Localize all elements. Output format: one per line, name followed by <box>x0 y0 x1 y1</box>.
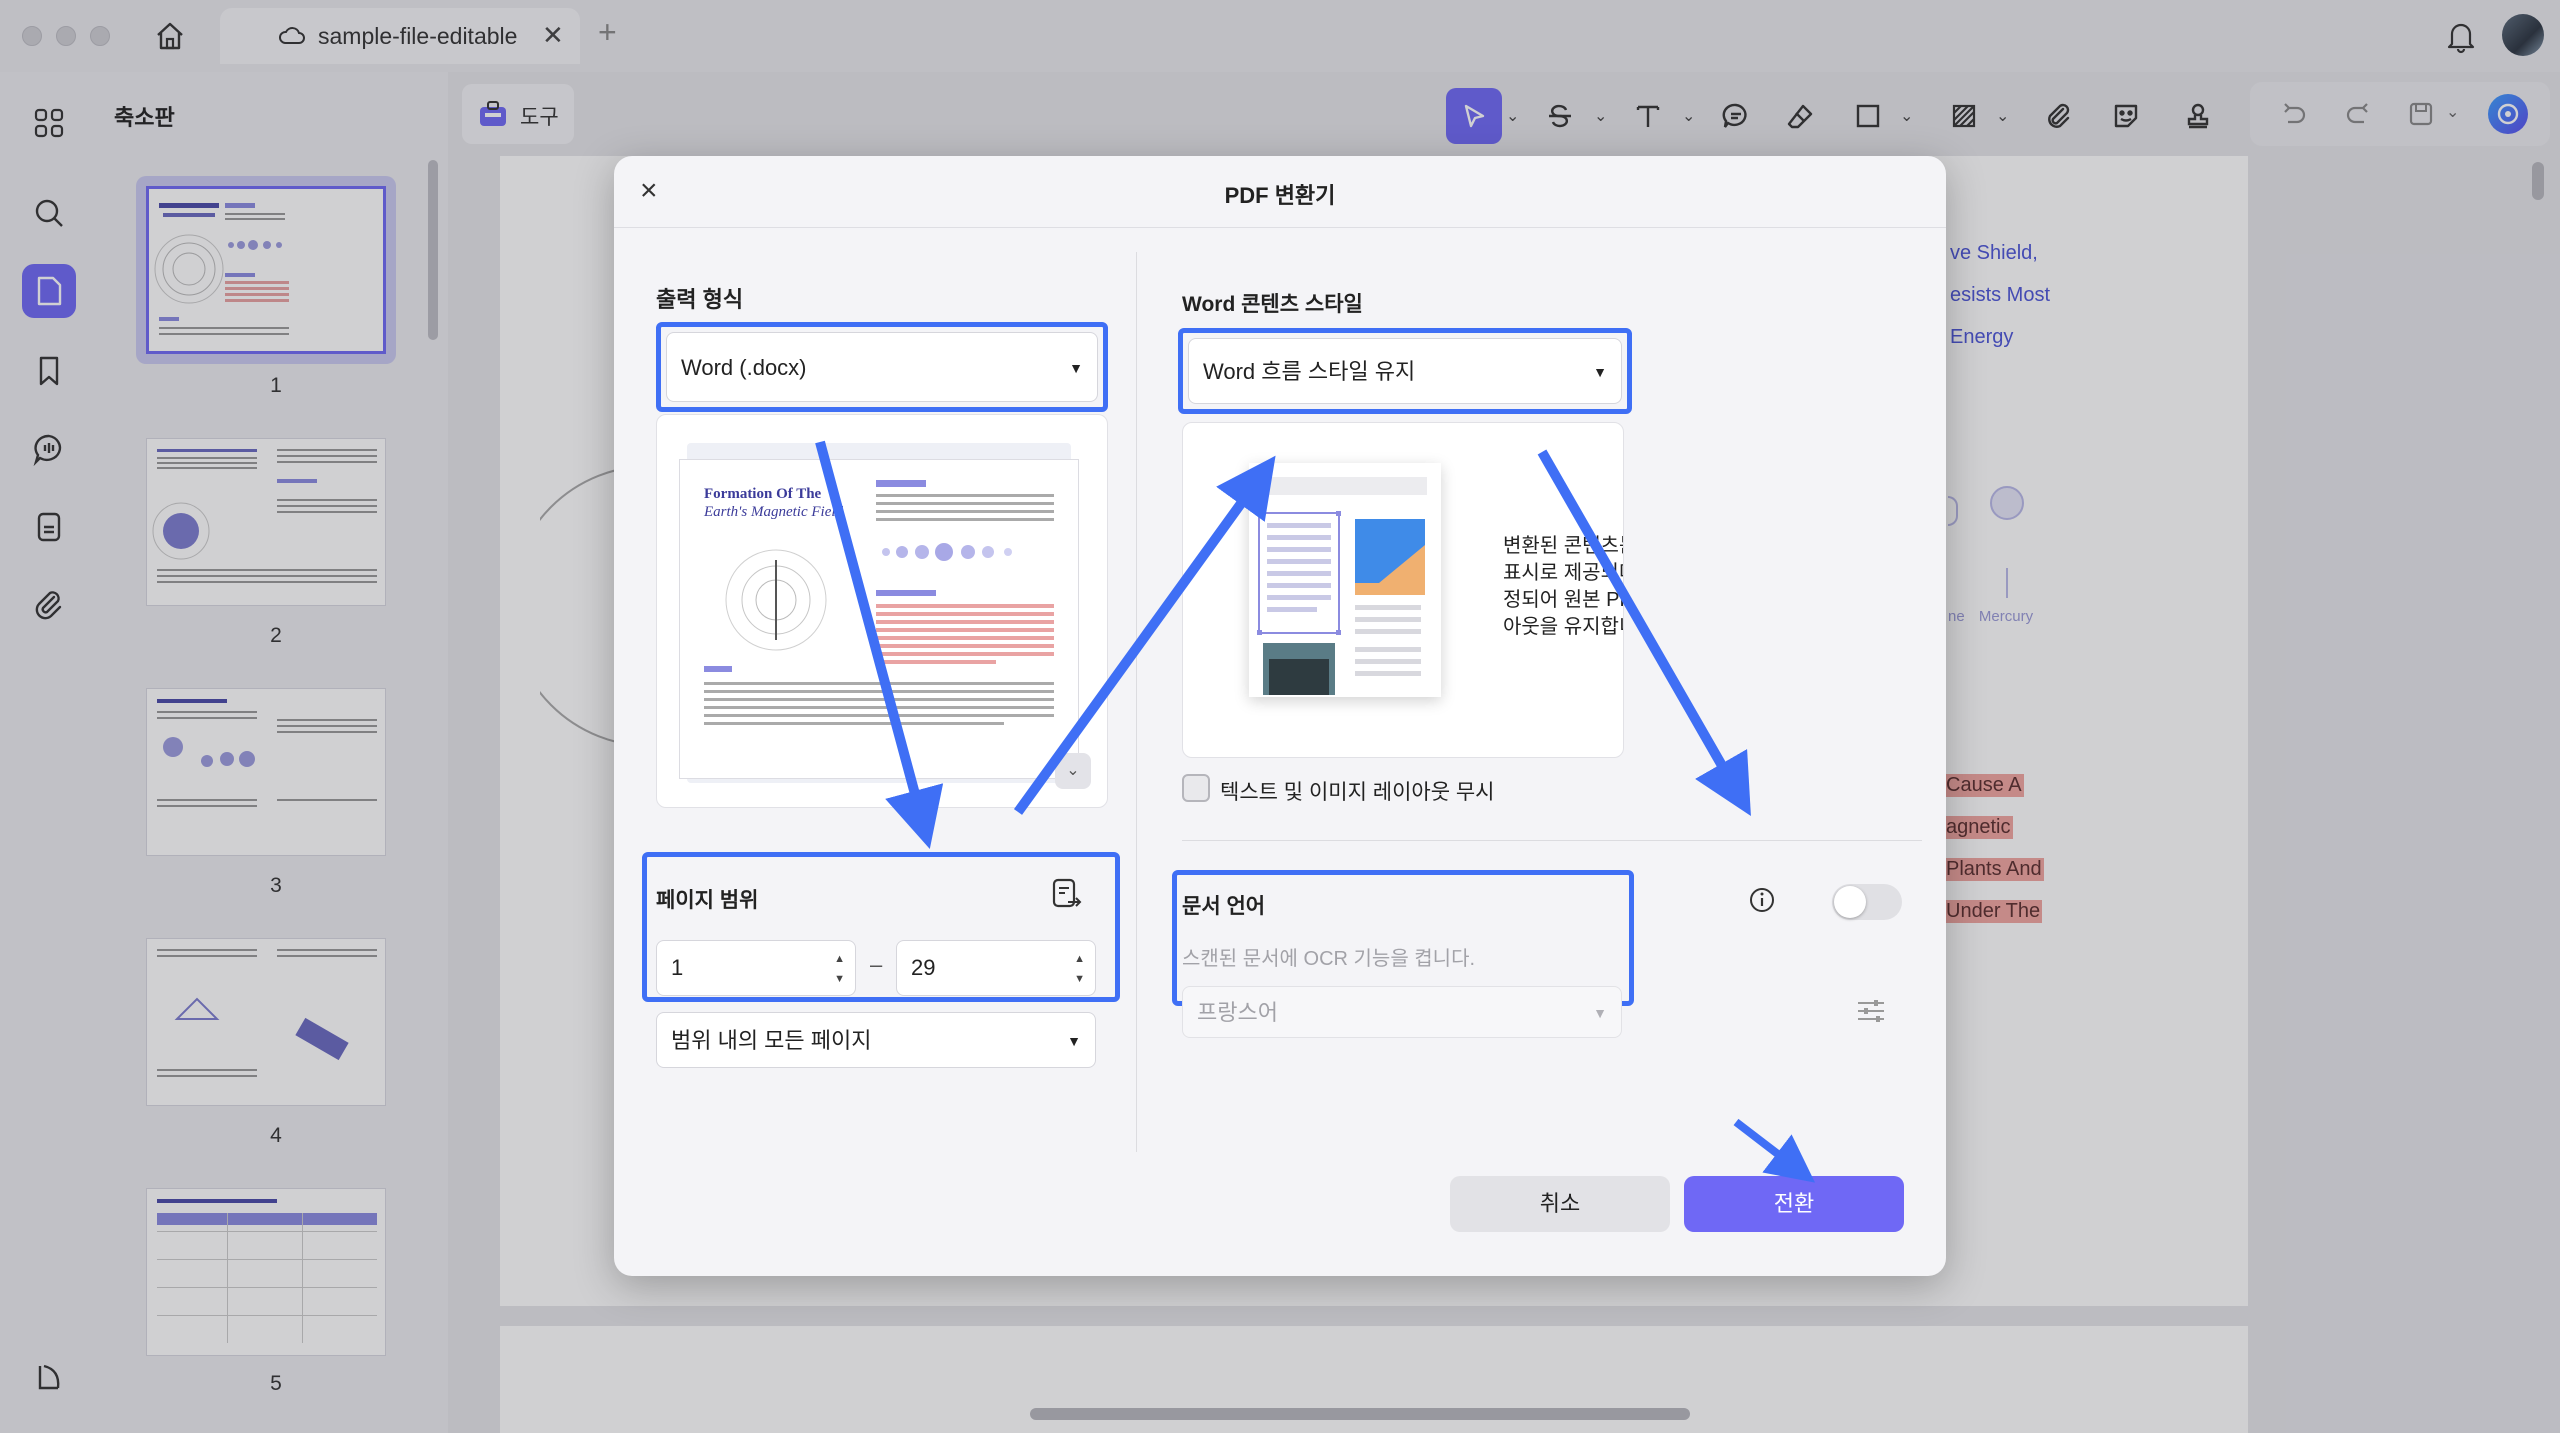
page-range-from-input[interactable]: 1 ▲ ▼ <box>656 940 856 996</box>
dialog-header: × PDF 변환기 <box>614 156 1946 228</box>
stepper-icon[interactable]: ▲ ▼ <box>834 949 845 989</box>
stepper-icon[interactable]: ▲ ▼ <box>1074 949 1085 989</box>
page-subset-select[interactable]: 범위 내의 모든 페이지 ▼ <box>656 1012 1096 1068</box>
settings-sliders-icon[interactable] <box>1854 994 1888 1028</box>
caret-down-icon: ▼ <box>1593 1005 1607 1021</box>
language-value: 프랑스어 <box>1197 1000 1278 1025</box>
pdf-converter-dialog: × PDF 변환기 출력 형식 Word (.docx) ▼ Formation… <box>614 156 1946 1276</box>
preview-page: Formation Of The Earth's Magnetic Field <box>679 459 1079 779</box>
output-preview: Formation Of The Earth's Magnetic Field … <box>656 414 1108 808</box>
page-range-to-value: 29 <box>911 955 936 980</box>
section-divider <box>1182 840 1922 841</box>
caret-down-icon: ▼ <box>1593 364 1607 380</box>
convert-button[interactable]: 전환 <box>1684 1176 1904 1232</box>
page-subset-value: 범위 내의 모든 페이지 <box>671 1028 872 1053</box>
doc-language-label: 문서 언어 <box>1182 895 1266 918</box>
output-format-label: 출력 형식 <box>656 287 744 312</box>
ignore-layout-checkbox[interactable] <box>1182 774 1210 802</box>
chevron-down-icon[interactable]: ⌄ <box>1055 753 1091 789</box>
column-divider <box>1136 252 1137 1152</box>
cancel-button[interactable]: 취소 <box>1450 1176 1670 1232</box>
caret-down-icon: ▼ <box>1067 1033 1081 1049</box>
output-format-select[interactable]: Word (.docx) ▼ <box>666 332 1098 402</box>
language-select[interactable]: 프랑스어 ▼ <box>1182 986 1622 1038</box>
ignore-layout-label: 텍스트 및 이미지 레이아웃 무시 <box>1220 781 1495 804</box>
caret-down-icon: ▼ <box>1069 360 1083 376</box>
output-format-value: Word (.docx) <box>681 355 807 380</box>
range-separator: – <box>870 952 883 977</box>
dialog-title: PDF 변환기 <box>1224 183 1336 208</box>
content-style-select[interactable]: Word 흐름 스타일 유지 ▼ <box>1188 338 1622 404</box>
page-range-icon[interactable] <box>1050 876 1084 912</box>
content-style-value: Word 흐름 스타일 유지 <box>1203 359 1416 384</box>
content-style-preview: 변환된 콘텐츠는 Word의 클래식 흐름 표시로 제공되며, 편집 중에 자동… <box>1182 422 1624 758</box>
preview-page-graphics <box>704 480 1054 725</box>
style-illustration-page <box>1249 463 1441 697</box>
page-range-label: 페이지 범위 <box>656 889 759 912</box>
page-range-from-value: 1 <box>671 955 684 980</box>
content-style-label: Word 콘텐츠 스타일 <box>1182 293 1363 316</box>
ocr-toggle[interactable] <box>1832 884 1902 920</box>
ocr-hint: 스캔된 문서에 OCR 기능을 켭니다. <box>1182 948 1476 970</box>
toggle-knob <box>1834 886 1866 918</box>
info-icon[interactable] <box>1748 886 1776 914</box>
content-style-description: 변환된 콘텐츠는 Word의 클래식 흐름 표시로 제공되며, 편집 중에 자동… <box>1503 535 1623 638</box>
page-range-to-input[interactable]: 29 ▲ ▼ <box>896 940 1096 996</box>
